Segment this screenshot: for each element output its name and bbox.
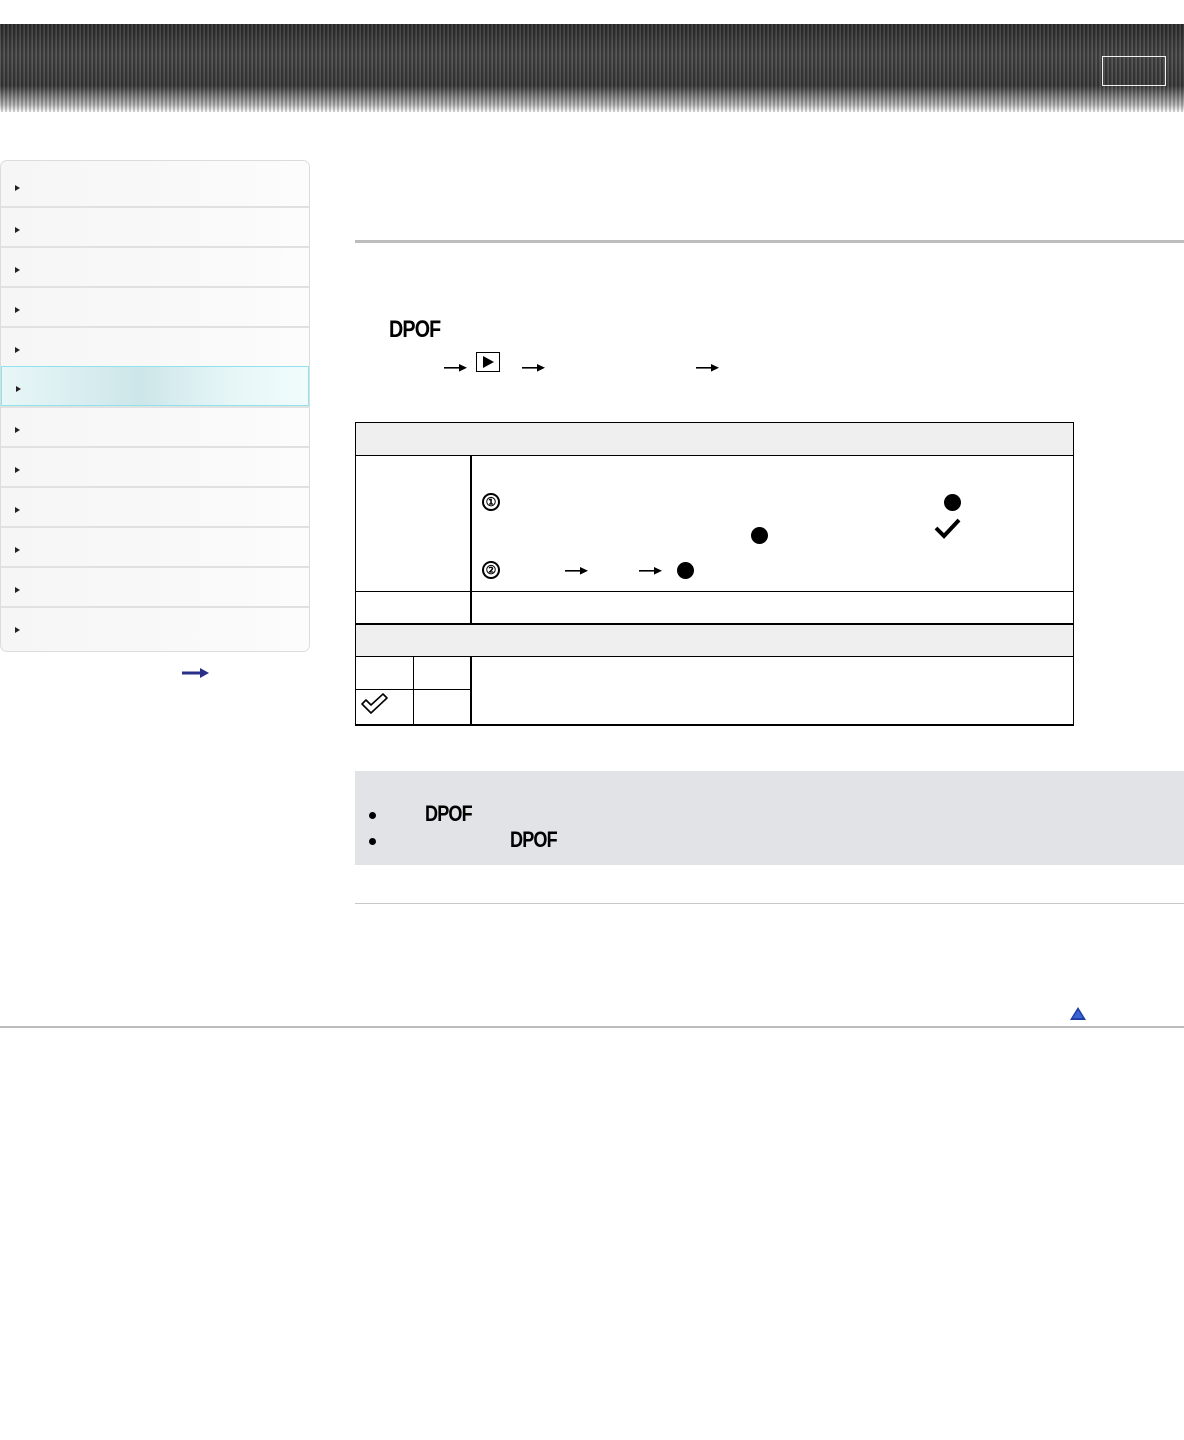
triangle-bullet-icon — [15, 587, 20, 593]
sidebar-item[interactable] — [1, 326, 309, 366]
triangle-bullet-icon — [15, 427, 20, 433]
triangle-bullet-icon — [15, 185, 20, 191]
sidebar-item[interactable] — [1, 286, 309, 326]
filled-circle-icon — [944, 494, 961, 511]
triangle-bullet-icon — [15, 547, 20, 553]
footer-divider — [0, 1026, 1184, 1028]
checkmark-icon — [934, 518, 961, 539]
filled-circle-icon — [677, 562, 694, 579]
back-to-top-icon[interactable] — [1070, 1007, 1086, 1021]
step-1-marker: ① — [482, 493, 500, 511]
table-header-band — [355, 422, 1074, 455]
bullet-icon — [369, 812, 376, 819]
filled-circle-icon — [751, 527, 768, 544]
playback-icon — [476, 352, 500, 372]
sidebar-item[interactable] — [1, 526, 309, 566]
triangle-bullet-icon — [15, 627, 20, 633]
step-2-marker: ② — [482, 561, 500, 579]
outline-checkmark-icon — [361, 693, 388, 714]
top-banner — [0, 24, 1184, 112]
title-divider — [355, 240, 1184, 243]
triangle-bullet-icon — [15, 507, 20, 513]
sidebar-item[interactable] — [1, 446, 309, 486]
header-button[interactable] — [1102, 56, 1166, 86]
triangle-bullet-icon — [15, 227, 20, 233]
note-item-2: DPOF — [510, 827, 558, 852]
triangle-bullet-icon — [15, 467, 20, 473]
sidebar-item[interactable] — [1, 486, 309, 526]
bullet-icon — [369, 838, 376, 845]
right-arrow-icon — [565, 567, 588, 575]
content-divider — [355, 903, 1184, 904]
triangle-bullet-icon — [16, 386, 21, 392]
note-item-1: DPOF — [425, 801, 473, 826]
note-box: DPOF DPOF — [355, 771, 1184, 865]
sidebar-item[interactable] — [1, 246, 309, 286]
settings-table: ① ② — [355, 422, 1074, 726]
right-arrow-icon — [639, 567, 662, 575]
triangle-bullet-icon — [15, 267, 20, 273]
dpof-heading: DPOF — [389, 316, 441, 343]
sidebar-item[interactable] — [1, 406, 309, 446]
right-arrow-icon — [444, 364, 467, 372]
table-section-band — [355, 624, 1074, 657]
right-arrow-icon — [522, 364, 545, 372]
right-arrow-icon — [696, 364, 719, 372]
sidebar-item[interactable] — [1, 206, 309, 246]
sidebar-item[interactable] — [1, 161, 309, 207]
sidebar-item[interactable] — [1, 566, 309, 606]
sidebar-nav — [0, 160, 310, 652]
sidebar-item[interactable] — [1, 606, 309, 651]
right-arrow-icon[interactable] — [182, 668, 210, 678]
triangle-bullet-icon — [15, 307, 20, 313]
sidebar-item-active[interactable] — [1, 366, 309, 406]
triangle-bullet-icon — [15, 347, 20, 353]
